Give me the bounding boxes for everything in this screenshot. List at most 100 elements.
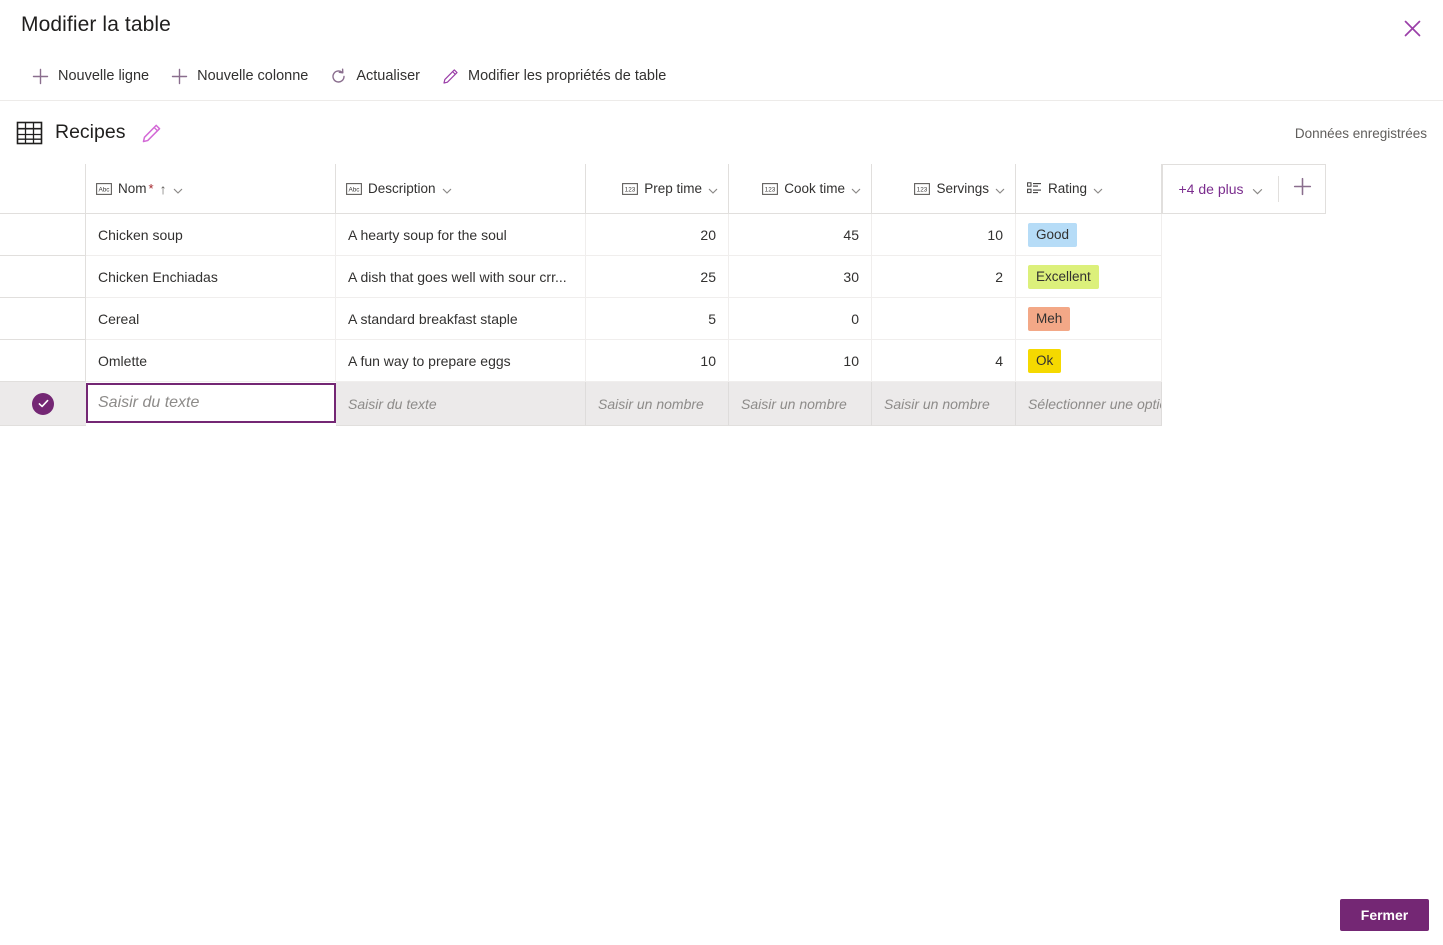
edit-table-properties-button[interactable]: Modifier les propriétés de table xyxy=(432,59,674,95)
text-type-icon: Abc xyxy=(346,182,362,195)
refresh-button[interactable]: Actualiser xyxy=(320,59,428,95)
close-button[interactable]: Fermer xyxy=(1340,899,1429,931)
chevron-down-icon xyxy=(1252,184,1263,195)
row-select-cell[interactable] xyxy=(0,256,86,298)
row-select-cell[interactable] xyxy=(0,214,86,256)
cell-rating[interactable]: Excellent xyxy=(1016,256,1162,298)
table-row[interactable]: Chicken Enchiadas A dish that goes well … xyxy=(0,256,1443,298)
cell-description[interactable]: A fun way to prepare eggs xyxy=(336,340,586,382)
status-badge: Excellent xyxy=(1028,264,1099,289)
number-type-icon: 123 xyxy=(762,182,779,195)
column-header-label: Rating xyxy=(1048,181,1088,196)
new-row-label: Nouvelle ligne xyxy=(58,68,150,85)
cell-cook-time[interactable]: 30 xyxy=(729,256,872,298)
more-columns-button[interactable]: +4 de plus xyxy=(1163,165,1278,213)
status-badge: Meh xyxy=(1028,306,1071,331)
status-badge: Good xyxy=(1028,222,1078,247)
new-column-button[interactable]: Nouvelle colonne xyxy=(161,59,316,95)
column-header-label: Description xyxy=(368,181,436,196)
table-title-bar: Recipes Données enregistrées xyxy=(0,102,1443,164)
column-header-prep-time[interactable]: 123 Prep time xyxy=(586,164,729,214)
required-asterisk: * xyxy=(148,181,154,196)
cell-prep-time[interactable]: 10 xyxy=(586,340,729,382)
new-row-prep-time-input[interactable]: Saisir un nombre xyxy=(586,382,729,426)
commit-row-cell[interactable] xyxy=(0,382,86,426)
chevron-down-icon[interactable] xyxy=(851,184,861,194)
select-all-cell[interactable] xyxy=(0,164,86,214)
row-select-cell[interactable] xyxy=(0,298,86,340)
cell-description[interactable]: A dish that goes well with sour crr... xyxy=(336,256,586,298)
column-header-label: Servings xyxy=(936,181,989,196)
chevron-down-icon[interactable] xyxy=(708,184,718,194)
chevron-down-icon[interactable] xyxy=(995,184,1005,194)
cell-cook-time[interactable]: 10 xyxy=(729,340,872,382)
cell-rating[interactable]: Good xyxy=(1016,214,1162,256)
check-circle-icon[interactable] xyxy=(32,392,54,415)
cell-prep-time[interactable]: 25 xyxy=(586,256,729,298)
cell-servings[interactable] xyxy=(872,298,1016,340)
cell-servings[interactable]: 2 xyxy=(872,256,1016,298)
cell-rating[interactable]: Meh xyxy=(1016,298,1162,340)
close-icon xyxy=(1404,20,1421,37)
cell-description[interactable]: A standard breakfast staple xyxy=(336,298,586,340)
edit-table-dialog: Modifier la table Nouvelle ligne Nouvell… xyxy=(0,0,1443,945)
edit-table-name-pencil-icon[interactable] xyxy=(141,123,163,145)
column-header-cook-time[interactable]: 123 Cook time xyxy=(729,164,872,214)
row-select-cell[interactable] xyxy=(0,340,86,382)
text-type-icon: Abc xyxy=(96,182,112,195)
chevron-down-icon[interactable] xyxy=(442,184,452,194)
column-header-servings[interactable]: 123 Servings xyxy=(872,164,1016,214)
new-row-rating-select[interactable]: Sélectionner une option xyxy=(1016,382,1162,426)
cell-cook-time[interactable]: 0 xyxy=(729,298,872,340)
cell-servings[interactable]: 4 xyxy=(872,340,1016,382)
cell-cook-time[interactable]: 45 xyxy=(729,214,872,256)
cell-servings[interactable]: 10 xyxy=(872,214,1016,256)
refresh-icon xyxy=(328,67,348,87)
more-columns-box: +4 de plus xyxy=(1162,164,1326,214)
status-badge: Ok xyxy=(1028,348,1062,373)
table-row[interactable]: Omlette A fun way to prepare eggs 10 10 … xyxy=(0,340,1443,382)
sort-ascending-icon: ↑ xyxy=(159,180,167,197)
edit-table-properties-label: Modifier les propriétés de table xyxy=(468,68,667,85)
cell-description[interactable]: A hearty soup for the soul xyxy=(336,214,586,256)
new-record-row[interactable]: Saisir du texte Saisir du texte Saisir u… xyxy=(0,382,1443,426)
table-grid-icon xyxy=(16,120,43,146)
plus-icon xyxy=(169,67,189,87)
pencil-icon xyxy=(440,67,460,87)
cell-name[interactable]: Cereal xyxy=(86,298,336,340)
cell-prep-time[interactable]: 5 xyxy=(586,298,729,340)
close-dialog-button[interactable] xyxy=(1398,14,1426,42)
column-header-name[interactable]: Abc Nom * ↑ xyxy=(86,164,336,214)
number-type-icon: 123 xyxy=(622,182,639,195)
new-row-button[interactable]: Nouvelle ligne xyxy=(22,59,157,95)
table-row[interactable]: Chicken soup A hearty soup for the soul … xyxy=(0,214,1443,256)
cell-prep-time[interactable]: 20 xyxy=(586,214,729,256)
table-name: Recipes xyxy=(55,121,126,143)
new-row-cook-time-input[interactable]: Saisir un nombre xyxy=(729,382,872,426)
svg-text:123: 123 xyxy=(625,186,636,193)
table-row[interactable]: Cereal A standard breakfast staple 5 0 M… xyxy=(0,298,1443,340)
choice-type-icon xyxy=(1026,182,1042,195)
add-column-button[interactable] xyxy=(1279,165,1325,213)
chevron-down-icon[interactable] xyxy=(1093,184,1103,194)
column-header-label: Prep time xyxy=(644,181,702,196)
column-header-label: Nom xyxy=(118,181,147,196)
number-type-icon: 123 xyxy=(914,182,931,195)
cell-name[interactable]: Omlette xyxy=(86,340,336,382)
column-header-description[interactable]: Abc Description xyxy=(336,164,586,214)
column-header-rating[interactable]: Rating xyxy=(1016,164,1162,214)
new-row-description-input[interactable]: Saisir du texte xyxy=(336,382,586,426)
cell-rating[interactable]: Ok xyxy=(1016,340,1162,382)
new-row-name-input[interactable]: Saisir du texte xyxy=(86,383,336,423)
new-column-label: Nouvelle colonne xyxy=(197,68,309,85)
cell-name[interactable]: Chicken Enchiadas xyxy=(86,256,336,298)
svg-text:Abc: Abc xyxy=(348,186,360,193)
chevron-down-icon[interactable] xyxy=(173,184,183,194)
plus-icon xyxy=(30,67,50,87)
new-row-servings-input[interactable]: Saisir un nombre xyxy=(872,382,1016,426)
dialog-titlebar: Modifier la table xyxy=(0,0,1443,53)
cell-name[interactable]: Chicken soup xyxy=(86,214,336,256)
plus-icon xyxy=(1293,177,1312,201)
svg-text:123: 123 xyxy=(765,186,776,193)
page-title: Modifier la table xyxy=(21,13,171,36)
